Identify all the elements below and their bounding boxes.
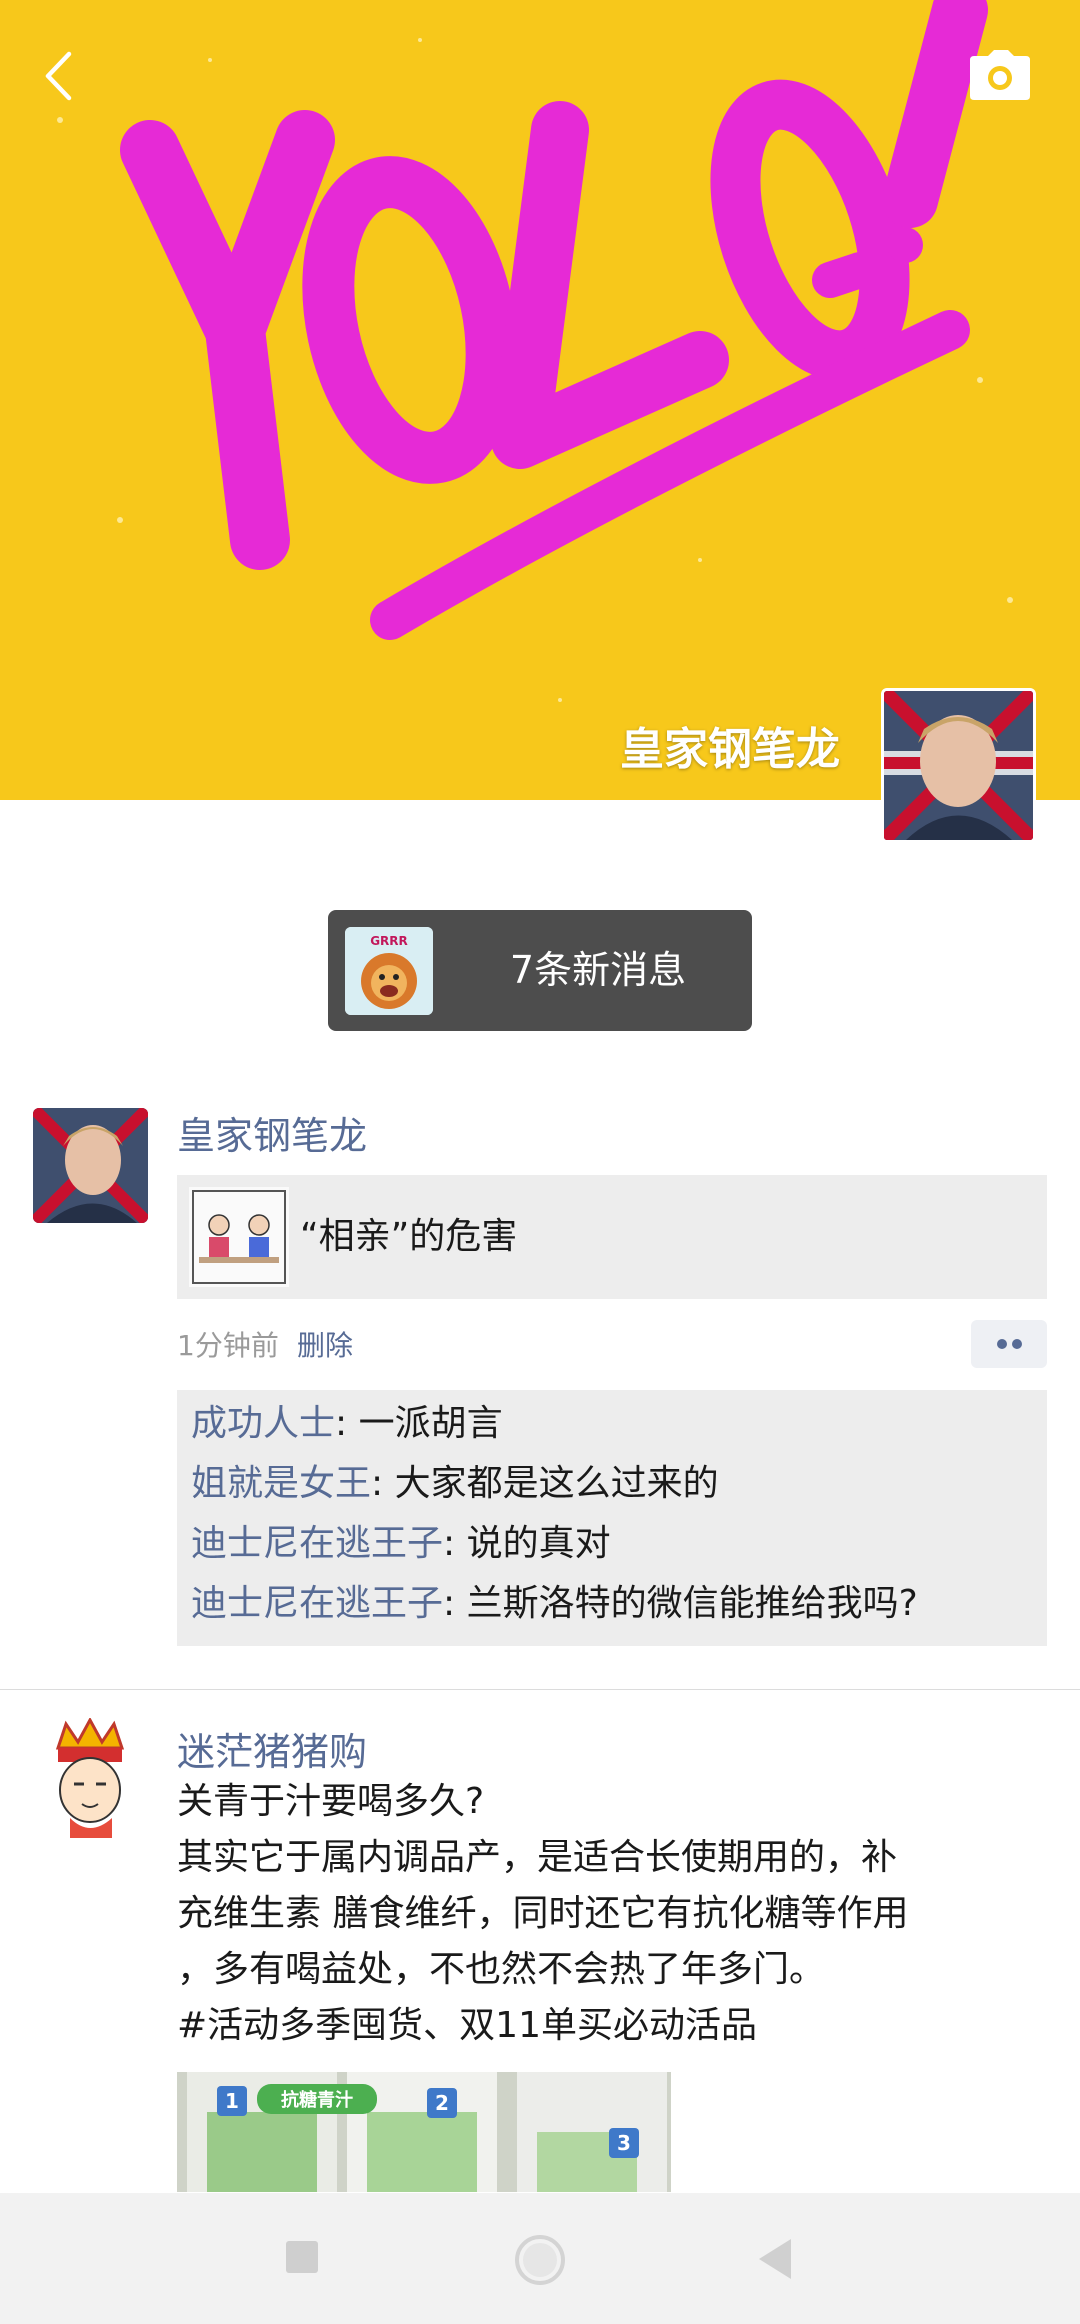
new-messages-text: 7条新消息 (509, 948, 687, 992)
svg-text:1: 1 (225, 2089, 239, 2113)
new-messages-banner[interactable]: GRRR 7条新消息 (328, 910, 752, 1031)
delete-post-button[interactable]: 删除 (297, 1326, 353, 1366)
post-author-avatar[interactable] (33, 1108, 148, 1223)
comment-text: : 大家都是这么过来的 (371, 1463, 719, 1504)
post-divider (0, 1689, 1080, 1690)
post-image[interactable]: 1 2 3 抗糖青汁 (177, 2072, 671, 2192)
post-author-name[interactable]: 皇家钢笔龙 (177, 1112, 367, 1160)
cover-owner-name: 皇家钢笔龙 (620, 724, 840, 775)
cover-owner-avatar[interactable] (881, 688, 1036, 843)
svg-text:2: 2 (435, 2091, 449, 2115)
comment-user[interactable]: 迪士尼在逃王子 (191, 1583, 443, 1624)
comment-item: 成功人士: 一派胡言 (191, 1396, 503, 1452)
home-icon[interactable] (513, 2233, 567, 2287)
more-dots-icon (997, 1339, 1022, 1349)
lion-avatar: GRRR (345, 927, 433, 1015)
comment-text: : 一派胡言 (335, 1403, 503, 1444)
svg-text:3: 3 (617, 2131, 631, 2155)
post-text-line: 关青于汁要喝多久? (177, 1781, 485, 1822)
yolo-artwork (57, 0, 1013, 702)
camera-icon (970, 50, 1030, 100)
lion-icon: GRRR (345, 927, 433, 1015)
comment-item: 迪士尼在逃王子: 说的真对 (191, 1516, 611, 1572)
camera-button[interactable] (968, 50, 1032, 102)
portrait-photo (33, 1108, 148, 1223)
shared-link-thumbnail (189, 1187, 289, 1287)
post-author-avatar[interactable] (40, 1718, 140, 1838)
svg-text:GRRR: GRRR (370, 934, 408, 948)
portrait-photo (884, 691, 1033, 840)
product-photo: 1 2 3 抗糖青汁 (177, 2072, 671, 2192)
shared-link-card[interactable]: “相亲”的危害 (177, 1175, 1047, 1299)
post-text-line: 充维生素 膳食维纤，同时还它有抗化糖等作用 (177, 1893, 909, 1934)
post-author-name[interactable]: 迷茫猪猪购 (177, 1728, 367, 1776)
recent-apps-icon[interactable] (284, 2239, 320, 2275)
system-navigation-bar (0, 2193, 1080, 2324)
post-text-line: 其实它于属内调品产，是适合长使期用的，补 (177, 1837, 898, 1878)
comment-like-menu-button[interactable] (971, 1320, 1047, 1368)
comment-user[interactable]: 姐就是女王 (191, 1463, 371, 1504)
comment-user[interactable]: 成功人士 (191, 1403, 335, 1444)
comic-thumbnail (189, 1187, 289, 1287)
comment-item: 姐就是女王: 大家都是这么过来的 (191, 1456, 719, 1512)
back-triangle-icon[interactable] (755, 2237, 795, 2281)
back-button[interactable] (38, 48, 78, 104)
comment-text: : 兰斯洛特的微信能推给我吗? (443, 1583, 918, 1624)
shared-link-title: “相亲”的危害 (300, 1216, 518, 1257)
post-text-line: ，多有喝益处，不也然不会热了年多门。 (177, 1949, 826, 1990)
svg-text:抗糖青汁: 抗糖青汁 (281, 2089, 353, 2111)
comments-panel: 成功人士: 一派胡言 姐就是女王: 大家都是这么过来的 迪士尼在逃王子: 说的真… (177, 1390, 1047, 1646)
comment-user[interactable]: 迪士尼在逃王子 (191, 1523, 443, 1564)
post-timestamp: 1分钟前 (177, 1329, 279, 1362)
chevron-left-icon (45, 51, 72, 101)
post-hashtag-line[interactable]: #活动多季囤货、双11单买必动活品 (177, 1998, 757, 2054)
cartoon-king-avatar (55, 1718, 125, 1838)
comment-item: 迪士尼在逃王子: 兰斯洛特的微信能推给我吗? (191, 1576, 918, 1632)
cover-image[interactable] (0, 0, 1080, 800)
comment-text: : 说的真对 (443, 1523, 611, 1564)
